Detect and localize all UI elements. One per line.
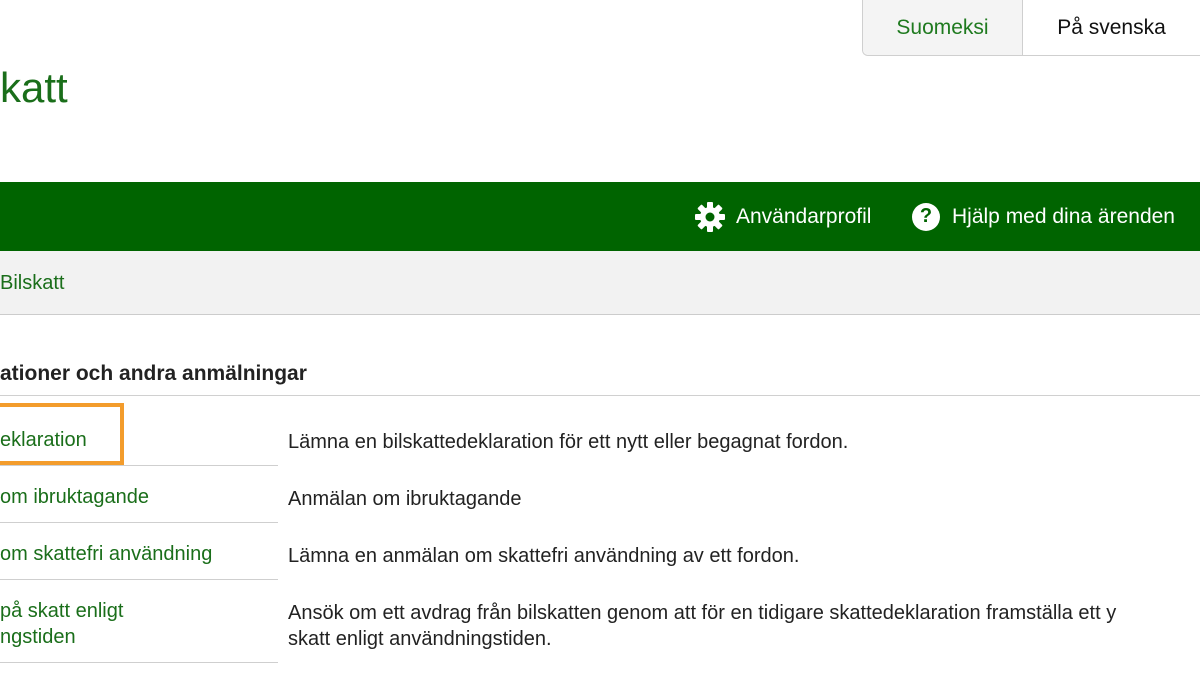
service-link-line: ngstiden: [0, 626, 76, 648]
breadcrumb-item-bilskatt[interactable]: Bilskatt: [0, 251, 64, 315]
section-divider: [0, 395, 1200, 396]
lang-swedish-button[interactable]: På svenska: [1023, 0, 1200, 55]
row-divider: [0, 522, 278, 523]
section-heading: ationer och andra anmälningar: [0, 362, 307, 385]
site-title[interactable]: katt: [0, 62, 68, 114]
language-switcher: Suomeksi På svenska: [862, 0, 1200, 56]
service-description: Lämna en bilskattedeklaration för ett ny…: [288, 431, 849, 453]
row-divider: [0, 662, 278, 663]
service-link-deklaration[interactable]: eklaration: [0, 427, 87, 453]
help-label: Hjälp med dina ärenden: [952, 204, 1175, 228]
row-divider: [0, 465, 278, 466]
service-link-line: på skatt enligt: [0, 600, 124, 622]
row-divider: [0, 579, 278, 580]
help-link[interactable]: ? Hjälp med dina ärenden: [910, 182, 1175, 251]
user-profile-label: Användarprofil: [736, 204, 872, 228]
service-description: Anmälan om ibruktagande: [288, 488, 522, 510]
service-link-skattefri-anvandning[interactable]: om skattefri användning: [0, 541, 212, 567]
service-description-line: Ansök om ett avdrag från bilskatten geno…: [288, 602, 1117, 624]
user-profile-link[interactable]: Användarprofil: [694, 182, 871, 251]
service-link-avdrag[interactable]: på skatt enligt ngstiden: [0, 598, 123, 650]
service-description-line: skatt enligt användningstiden.: [288, 628, 552, 650]
service-description: Lämna en anmälan om skattefri användning…: [288, 545, 800, 567]
gear-icon: [694, 201, 726, 233]
question-circle-icon: ?: [910, 201, 942, 233]
service-link-ibruktagande[interactable]: om ibruktagande: [0, 484, 149, 510]
breadcrumb: Bilskatt: [0, 251, 1200, 315]
service-description: Ansök om ett avdrag från bilskatten geno…: [288, 600, 1116, 652]
main-navbar: Användarprofil ? Hjälp med dina ärenden: [0, 182, 1200, 251]
lang-finnish-button[interactable]: Suomeksi: [863, 0, 1023, 55]
